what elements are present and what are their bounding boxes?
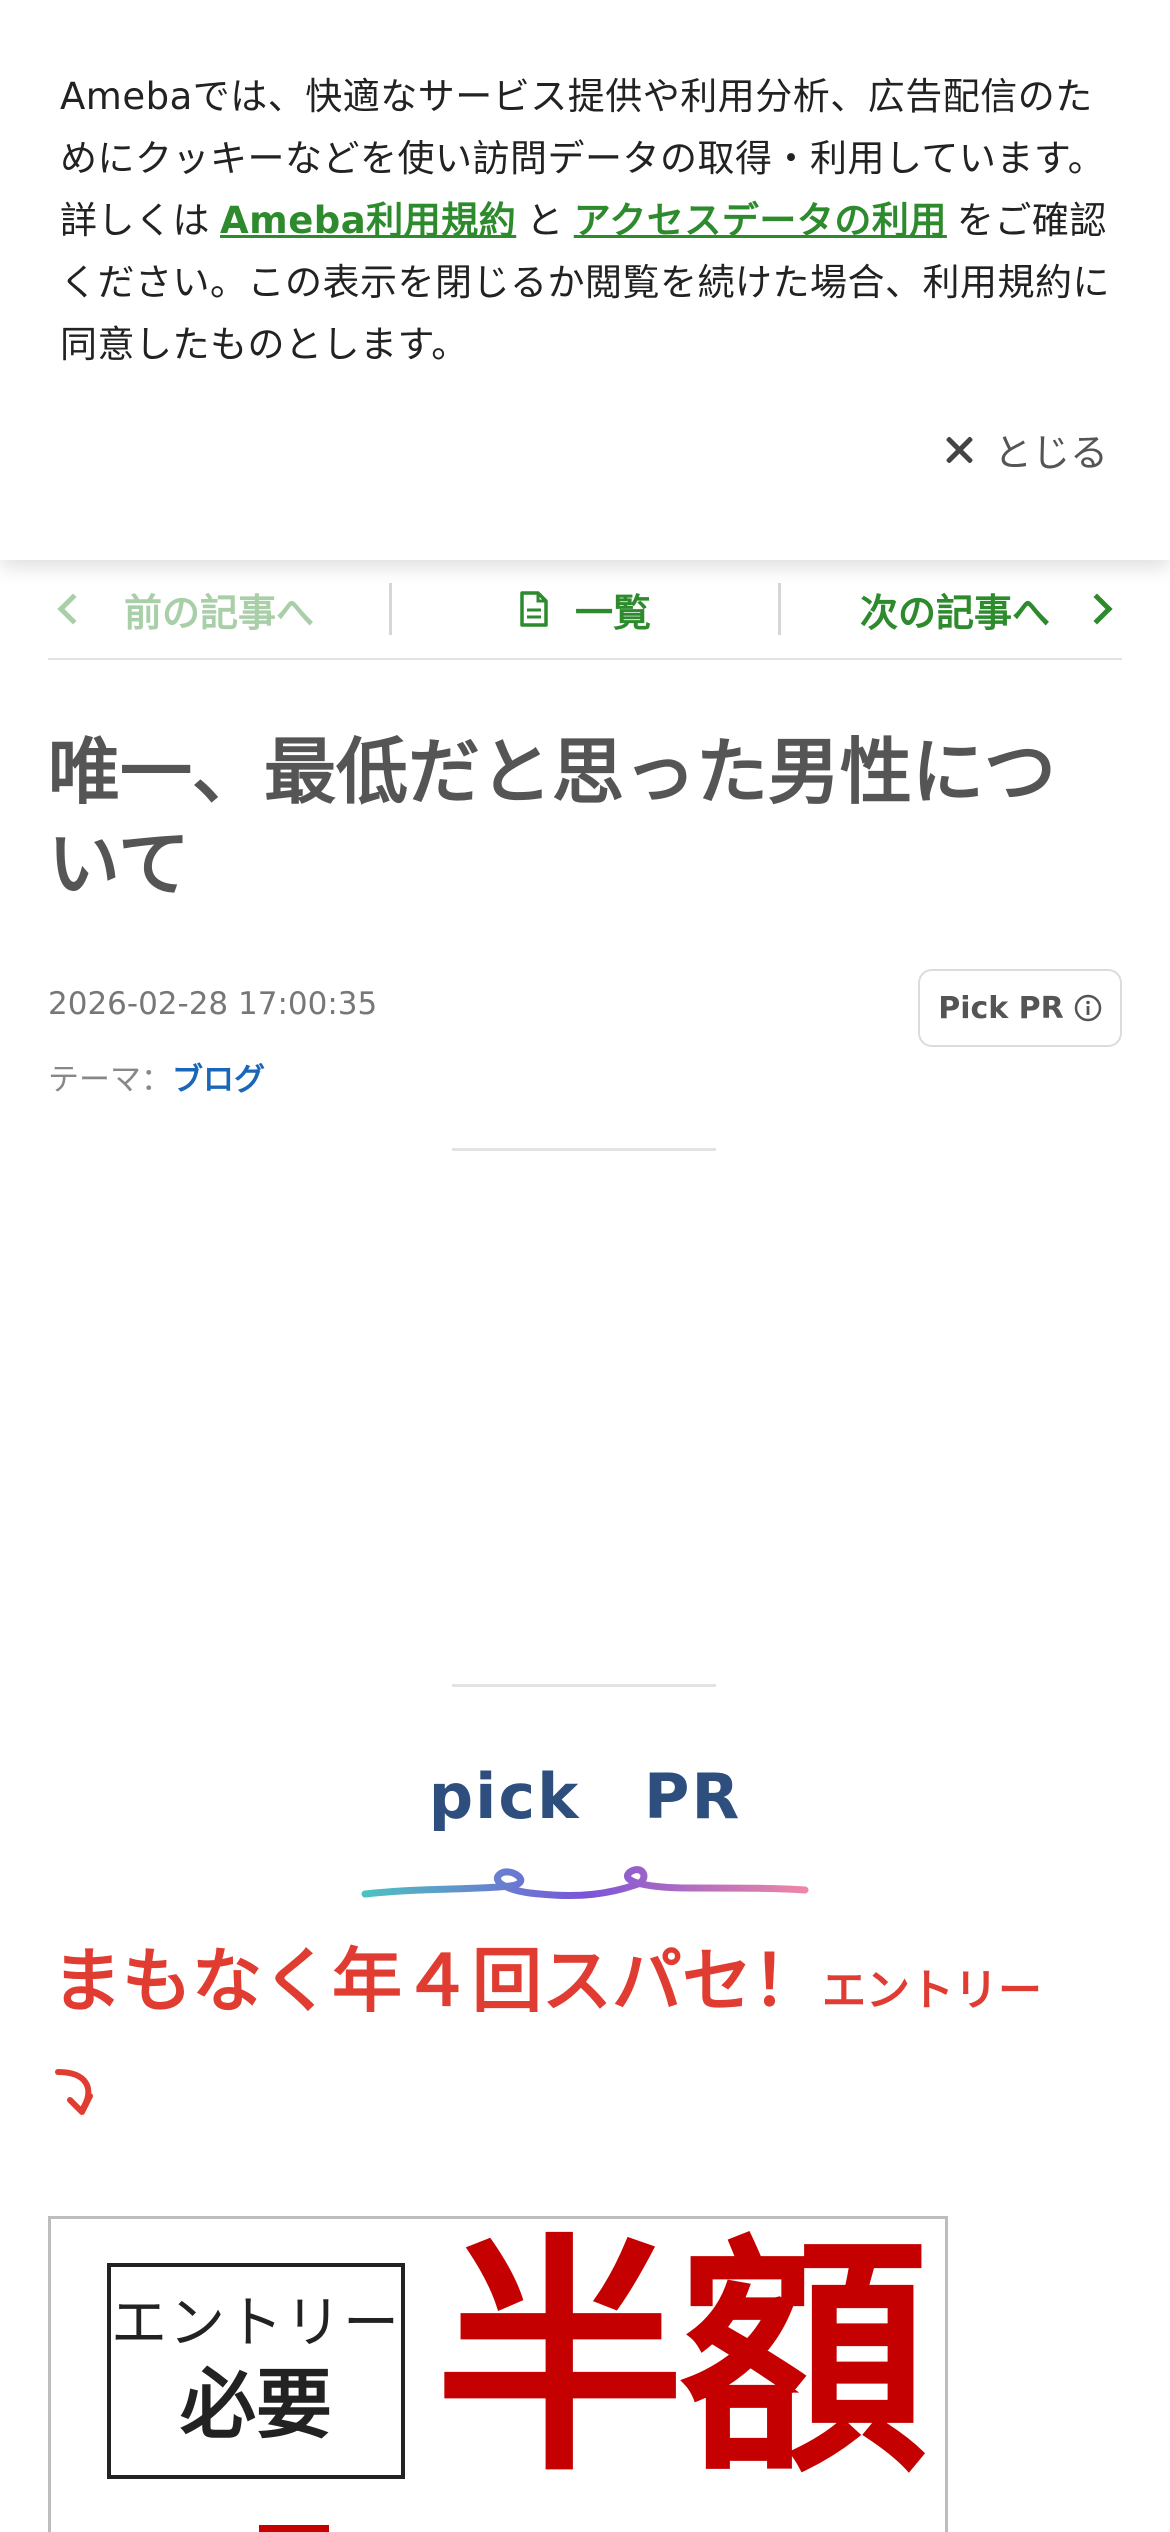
article-nav: 前の記事へ 一覧 次の記事へ — [48, 560, 1122, 660]
chevron-left-icon — [57, 593, 89, 625]
article-title: 唯一、最低だと思った男性について — [48, 730, 1057, 906]
entry-required-box: エントリー 必要 — [107, 2263, 405, 2479]
prev-article-label: 前の記事へ — [124, 590, 315, 635]
close-icon — [944, 435, 974, 465]
entry-bottom-text: 必要 — [180, 2360, 332, 2449]
info-icon — [1074, 994, 1102, 1022]
promo-headline: まもなく年４回スパセ！エントリー — [52, 1936, 1132, 2026]
content-divider — [452, 1148, 716, 1151]
next-article-label: 次の記事へ — [859, 590, 1050, 635]
article-date: 2026-02-28 17:00:35 — [48, 986, 378, 1022]
cookie-consent-banner: Amebaでは、快適なサービス提供や利用分析、広告配信のためにクッキーなどを使い… — [0, 0, 1170, 560]
half-price-text: 半額 — [435, 2216, 929, 2505]
article-list-link[interactable]: 一覧 — [392, 559, 778, 659]
next-article-link[interactable]: 次の記事へ — [781, 559, 1122, 659]
theme-link[interactable]: ブログ — [172, 1062, 265, 1098]
curved-arrow-icon — [55, 2069, 93, 2115]
entry-top-text: エントリー — [111, 2291, 401, 2356]
access-data-link[interactable]: アクセスデータの利用 — [574, 199, 947, 242]
pick-pr-heading: pick PR — [428, 1760, 742, 1833]
decorative-ribbon — [361, 1866, 809, 1900]
ameba-terms-link[interactable]: Ameba利用規約 — [220, 199, 516, 242]
article-theme: テーマ：ブログ — [48, 1054, 265, 1099]
chevron-right-icon — [1081, 593, 1113, 625]
cookie-message: Amebaでは、快適なサービス提供や利用分析、広告配信のためにクッキーなどを使い… — [60, 66, 1110, 376]
banner-cropped-lettering — [259, 2525, 329, 2532]
prev-article-link[interactable]: 前の記事へ — [48, 559, 389, 659]
theme-label: テーマ： — [48, 1062, 172, 1098]
article-list-label: 一覧 — [574, 590, 651, 635]
pickpr-label: Pick PR — [938, 990, 1064, 1026]
promo-banner-image[interactable]: エントリー 必要 半額 — [48, 2216, 948, 2532]
content-divider — [452, 1684, 716, 1687]
promo-main-text: まもなく年４回スパセ！ — [52, 1940, 822, 2022]
pickpr-button[interactable]: Pick PR — [918, 969, 1122, 1047]
cookie-connector: と — [526, 199, 564, 242]
document-icon — [520, 591, 548, 627]
promo-entry-text: エントリー — [822, 1965, 1042, 2016]
cookie-close-label: とじる — [993, 431, 1108, 475]
cookie-close-button[interactable]: とじる — [944, 422, 1108, 477]
